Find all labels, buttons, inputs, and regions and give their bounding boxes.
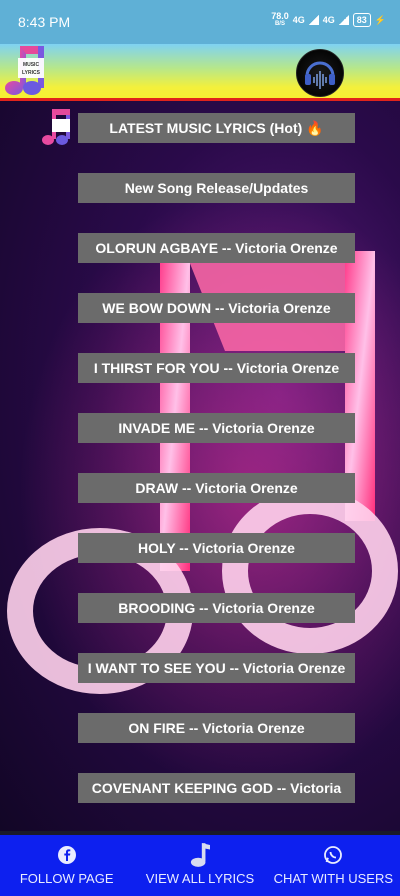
view-all-lyrics-button[interactable]: VIEW ALL LYRICS: [133, 835, 266, 896]
song-button[interactable]: COVENANT KEEPING GOD -- Victoria: [78, 773, 355, 803]
song-button[interactable]: I THIRST FOR YOU -- Victoria Orenze: [78, 353, 355, 383]
song-list-area[interactable]: LATEST MUSIC LYRICS (Hot) 🔥 New Song Rel…: [0, 101, 400, 831]
follow-page-button[interactable]: FOLLOW PAGE: [0, 835, 133, 896]
signal-icon: [338, 15, 349, 25]
profile-avatar[interactable]: [296, 49, 344, 97]
whatsapp-icon: [323, 845, 343, 865]
song-button[interactable]: OLORUN AGBAYE -- Victoria Orenze: [78, 233, 355, 263]
net-speed: 78.0 B/S: [271, 12, 289, 28]
bottom-nav: FOLLOW PAGE VIEW ALL LYRICS CHAT WITH US…: [0, 835, 400, 896]
network-label-2: 4G: [322, 15, 335, 25]
latest-lyrics-button[interactable]: LATEST MUSIC LYRICS (Hot) 🔥: [78, 113, 355, 143]
logo-text-2: LYRICS: [22, 70, 41, 76]
music-lyrics-icon: [42, 109, 70, 145]
chat-with-users-label: CHAT WITH USERS: [273, 871, 394, 886]
battery-icon: 83: [352, 13, 371, 27]
net-speed-value: 78.0: [271, 11, 289, 21]
view-all-lyrics-label: VIEW ALL LYRICS: [145, 871, 255, 886]
facebook-icon: [57, 845, 77, 865]
status-icons: 78.0 B/S 4G 4G 83 ⚡: [271, 12, 386, 28]
net-speed-unit: B/S: [274, 21, 285, 27]
song-button[interactable]: DRAW -- Victoria Orenze: [78, 473, 355, 503]
logo-text-1: MUSIC: [23, 62, 40, 68]
status-bar: 8:43 PM 78.0 B/S 4G 4G 83 ⚡: [0, 0, 400, 44]
app-logo: MUSIC LYRICS: [5, 46, 44, 95]
app-header: MUSIC LYRICS: [0, 44, 400, 101]
charging-icon: ⚡: [374, 14, 386, 25]
follow-page-label: FOLLOW PAGE: [19, 871, 114, 886]
network-label-1: 4G: [292, 15, 305, 25]
music-note-icon: [190, 843, 210, 867]
battery-level: 83: [356, 15, 367, 25]
song-button[interactable]: INVADE ME -- Victoria Orenze: [78, 413, 355, 443]
song-button[interactable]: I WANT TO SEE YOU -- Victoria Orenze: [78, 653, 355, 683]
song-button[interactable]: BROODING -- Victoria Orenze: [78, 593, 355, 623]
song-button[interactable]: WE BOW DOWN -- Victoria Orenze: [78, 293, 355, 323]
signal-icon: [308, 15, 319, 25]
status-time: 8:43 PM: [18, 14, 71, 30]
song-button[interactable]: HOLY -- Victoria Orenze: [78, 533, 355, 563]
new-releases-button[interactable]: New Song Release/Updates: [78, 173, 355, 203]
chat-with-users-button[interactable]: CHAT WITH USERS: [267, 835, 400, 896]
headphones-icon: [305, 61, 335, 89]
song-button[interactable]: ON FIRE -- Victoria Orenze: [78, 713, 355, 743]
